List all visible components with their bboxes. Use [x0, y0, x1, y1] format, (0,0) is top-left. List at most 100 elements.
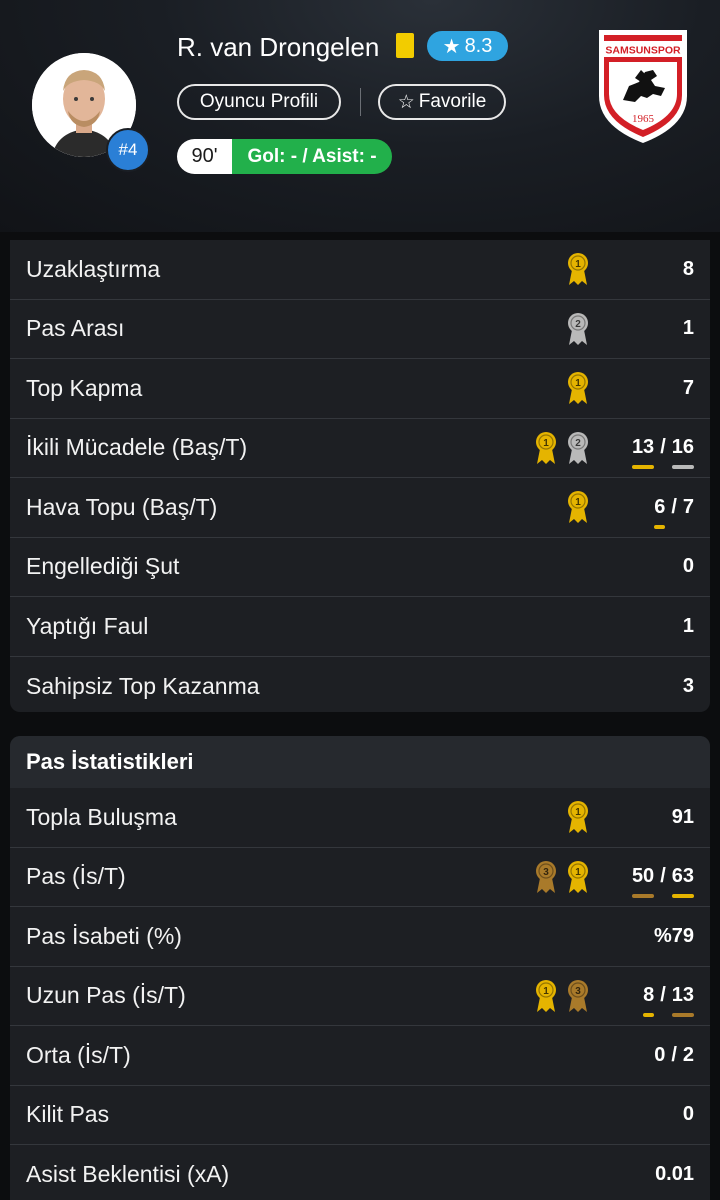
- divider: [360, 88, 361, 116]
- stat-value: 8: [682, 257, 694, 280]
- medals: 1: [566, 478, 590, 537]
- stat-label: Orta (İs/T): [26, 1041, 131, 1068]
- stat-label: Yaptığı Faul: [26, 612, 149, 639]
- stat-value-success-text: 50: [631, 865, 655, 888]
- stat-value: 1: [682, 614, 694, 637]
- bronze-medal-icon: 3: [534, 860, 558, 894]
- player-profile-button[interactable]: Oyuncu Profili: [177, 84, 341, 120]
- stat-value: 3: [682, 674, 694, 697]
- minutes-played: 90': [177, 139, 232, 174]
- favorite-label: Favorile: [418, 91, 487, 112]
- club-logo-icon[interactable]: SAMSUNSPOR 1965: [595, 26, 691, 146]
- stat-row[interactable]: Orta (İs/T) 0 / 2: [10, 1026, 710, 1086]
- medals: 1: [566, 359, 590, 418]
- svg-text:1: 1: [575, 867, 581, 878]
- stat-value: 0.01: [655, 1163, 694, 1186]
- value-separator: /: [660, 984, 666, 1007]
- medals: 1: [566, 788, 590, 847]
- player-header: #4 R. van Drongelen ★ 8.3 Oyuncu Profili…: [0, 0, 720, 232]
- stat-value-success-text: 6: [654, 495, 666, 518]
- stat-row[interactable]: Uzun Pas (İs/T) 1 3 8/13: [10, 967, 710, 1026]
- stat-label: Pas İsabeti (%): [26, 922, 182, 949]
- stat-value-total-text: 16: [671, 436, 694, 459]
- medals: 12: [534, 419, 590, 478]
- stat-row[interactable]: Yaptığı Faul 1: [10, 597, 710, 657]
- stat-row[interactable]: Pas Arası 2 1: [10, 300, 710, 359]
- stat-value: 1: [682, 317, 694, 340]
- stat-row[interactable]: Kilit Pas 0: [10, 1086, 710, 1145]
- value-separator: /: [671, 1043, 677, 1066]
- stat-value-total-text: 7: [682, 495, 694, 518]
- stat-row[interactable]: Engellediği Şut 0: [10, 538, 710, 597]
- favorite-button[interactable]: ☆ Favorile: [378, 84, 506, 120]
- gold-medal-icon: 1: [534, 979, 558, 1013]
- stat-row[interactable]: Sahipsiz Top Kazanma 3: [10, 657, 710, 713]
- stat-value: 6/ 7: [654, 478, 694, 537]
- gold-medal-icon: 1: [566, 860, 590, 894]
- stat-row[interactable]: Asist Beklentisi (xA) 0.01: [10, 1145, 710, 1200]
- rank-underline: [643, 1013, 655, 1018]
- svg-text:1: 1: [543, 438, 549, 449]
- svg-text:1: 1: [575, 259, 581, 270]
- stat-label: İkili Mücadele (Baş/T): [26, 434, 248, 461]
- star-icon: ★: [442, 35, 461, 58]
- medals: 1: [566, 240, 590, 299]
- club-logo-name: SAMSUNSPOR: [605, 45, 681, 57]
- stat-row[interactable]: Pas (İs/T) 3 1 50/63: [10, 848, 710, 907]
- stat-row[interactable]: Uzaklaştırma 1 8: [10, 240, 710, 300]
- stat-value-total-text: 63: [671, 865, 694, 888]
- value-separator: /: [660, 865, 666, 888]
- passing-stats-card: Pas İstatistikleri Topla Buluşma 1 91 Pas (…: [10, 736, 710, 1200]
- stat-row[interactable]: Topla Buluşma 1 91: [10, 788, 710, 848]
- stat-label: Sahipsiz Top Kazanma: [26, 672, 260, 699]
- stat-label: Pas (İs/T): [26, 863, 126, 890]
- rank-underline: [631, 465, 655, 470]
- rank-underline: [671, 1013, 694, 1018]
- svg-text:1: 1: [543, 986, 549, 997]
- stat-value: 8/13: [643, 967, 694, 1026]
- rank-underline: [654, 524, 666, 529]
- stat-value: 13/16: [631, 419, 694, 478]
- stat-value: 7: [682, 376, 694, 399]
- rating-badge: ★ 8.3: [427, 31, 508, 61]
- svg-text:3: 3: [543, 867, 549, 878]
- passing-stats-list: Topla Buluşma 1 91 Pas (İs/T) 3 1 50/63 Pas İsa…: [10, 788, 710, 1200]
- goal-assist-summary: Gol: - / Asist: -: [232, 139, 392, 174]
- jersey-number-badge: #4: [106, 128, 150, 172]
- stat-value: %79: [653, 924, 694, 947]
- svg-text:1: 1: [575, 807, 581, 818]
- rank-underline: [631, 894, 655, 899]
- stat-value-success: 50: [631, 865, 655, 899]
- bronze-medal-icon: 3: [566, 979, 590, 1013]
- stat-label: Top Kapma: [26, 374, 143, 401]
- svg-text:1: 1: [575, 378, 581, 389]
- stat-value-success-text: 8: [643, 984, 655, 1007]
- stat-value-total: 16: [671, 436, 694, 470]
- rank-underline: [671, 894, 694, 899]
- svg-text:1: 1: [575, 497, 581, 508]
- stat-label: Uzun Pas (İs/T): [26, 982, 186, 1009]
- stat-label: Kilit Pas: [26, 1101, 110, 1128]
- stat-row[interactable]: Top Kapma 1 7: [10, 359, 710, 419]
- stat-label: Uzaklaştırma: [26, 255, 161, 282]
- star-outline-icon: ☆: [397, 91, 415, 113]
- medals: 31: [534, 848, 590, 907]
- silver-medal-icon: 2: [566, 431, 590, 465]
- value-separator: /: [660, 436, 666, 459]
- stat-value-total-text: 2: [682, 1043, 694, 1066]
- yellow-card-icon: [396, 33, 414, 58]
- stat-row[interactable]: İkili Mücadele (Baş/T) 1 2 13/16: [10, 419, 710, 478]
- stat-row[interactable]: Hava Topu (Baş/T) 1 6/ 7: [10, 478, 710, 538]
- svg-text:2: 2: [575, 319, 581, 330]
- stat-row[interactable]: Pas İsabeti (%) %79: [10, 907, 710, 967]
- stat-label: Asist Beklentisi (xA): [26, 1161, 230, 1188]
- medals: 13: [534, 967, 590, 1026]
- rating-value: 8.3: [464, 34, 493, 57]
- stat-value-total: 2: [683, 1044, 694, 1067]
- stat-value: 0: [682, 1103, 694, 1126]
- defense-stats-card: Uzaklaştırma 1 8 Pas Arası 2 1 Top Kapma 1 7 İkil…: [10, 240, 710, 712]
- stat-value: 91: [671, 805, 694, 828]
- svg-text:3: 3: [575, 986, 581, 997]
- stat-value-success: 0: [654, 1044, 665, 1067]
- svg-text:2: 2: [575, 438, 581, 449]
